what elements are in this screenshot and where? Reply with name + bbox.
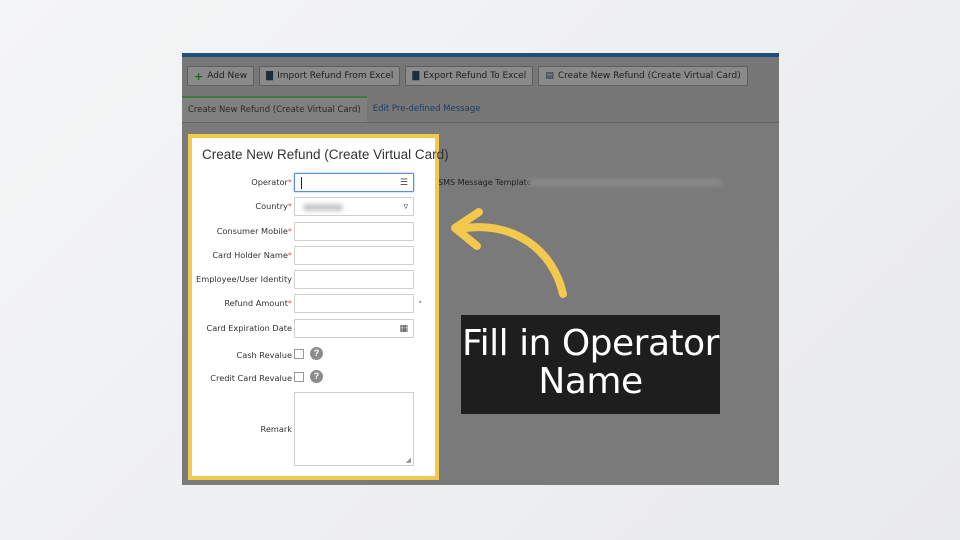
remark-label: Remark: [260, 424, 292, 434]
tab-create-new-refund[interactable]: Create New Refund (Create Virtual Card): [182, 96, 367, 122]
remark-row: Remark ◢: [192, 392, 435, 466]
export-refund-label: Export Refund To Excel: [423, 71, 527, 81]
add-new-button[interactable]: + Add New: [187, 66, 255, 86]
credit-revalue-checkbox[interactable]: [294, 372, 304, 382]
refund-amount-input[interactable]: [294, 294, 414, 313]
calendar-icon[interactable]: ▦: [399, 323, 408, 334]
create-new-refund-button[interactable]: ▤ Create New Refund (Create Virtual Card…: [538, 66, 748, 86]
country-row: Country* ▿: [192, 197, 435, 217]
refund-amount-row: Refund Amount* ▪: [192, 294, 435, 314]
import-refund-button[interactable]: ▇ Import Refund From Excel: [259, 66, 401, 86]
employee-identity-input[interactable]: [294, 270, 414, 289]
card-expiration-row: Card Expiration Date ▦: [192, 319, 435, 339]
help-icon[interactable]: ?: [310, 370, 323, 383]
card-holder-input[interactable]: [294, 246, 414, 265]
credit-revalue-row: Credit Card Revalue ?: [192, 369, 435, 389]
card-holder-row: Card Holder Name*: [192, 246, 435, 266]
pointer-arrow-icon: [451, 208, 567, 298]
card-expiration-input[interactable]: ▦: [294, 319, 414, 338]
refund-form: Create New Refund (Create Virtual Card) …: [188, 134, 449, 480]
card-icon: ▤: [545, 71, 554, 81]
plus-icon: +: [194, 69, 204, 83]
form-title: Create New Refund (Create Virtual Card): [202, 147, 449, 162]
tab-bar: Create New Refund (Create Virtual Card) …: [182, 95, 779, 123]
import-refund-label: Import Refund From Excel: [277, 71, 394, 81]
employee-identity-row: Employee/User Identity: [192, 270, 435, 290]
callout-line-1: Fill in Operator: [462, 323, 719, 364]
text-caret: [301, 177, 302, 189]
list-icon[interactable]: ☰: [400, 177, 408, 188]
refund-amount-label: Refund Amount*: [224, 298, 292, 308]
card-holder-label: Card Holder Name*: [212, 250, 292, 260]
export-refund-button[interactable]: ▇ Export Refund To Excel: [405, 66, 534, 86]
consumer-mobile-row: Consumer Mobile*: [192, 222, 435, 242]
sms-template-value: [527, 179, 722, 186]
tab-create-label: Create New Refund (Create Virtual Card): [188, 105, 361, 115]
card-expiration-label: Card Expiration Date: [206, 323, 293, 333]
sms-template-label: SMS Message Template: [438, 178, 532, 187]
operator-row: Operator* ☰: [192, 173, 435, 193]
country-select[interactable]: ▿: [294, 197, 414, 216]
employee-identity-label: Employee/User Identity: [196, 274, 292, 284]
country-value: [303, 204, 343, 211]
cash-revalue-row: Cash Revalue ?: [192, 346, 435, 366]
cash-revalue-label: Cash Revalue: [236, 350, 292, 360]
add-new-label: Add New: [207, 71, 248, 81]
create-new-refund-label: Create New Refund (Create Virtual Card): [557, 71, 741, 81]
callout-line-2: Name: [538, 361, 643, 402]
instruction-callout: Fill in Operator Name: [461, 315, 720, 414]
remark-textarea[interactable]: ◢: [294, 392, 414, 466]
resize-grip-icon[interactable]: ◢: [406, 456, 411, 464]
tab-edit-label: Edit Pre-defined Message: [372, 104, 481, 114]
operator-field[interactable]: ☰: [294, 173, 414, 192]
toolbar: + Add New ▇ Import Refund From Excel ▇ E…: [182, 57, 779, 95]
help-icon[interactable]: ?: [310, 347, 323, 360]
credit-revalue-label: Credit Card Revalue: [210, 373, 292, 383]
info-icon: ▪: [419, 299, 422, 306]
tab-edit-message[interactable]: Edit Pre-defined Message: [367, 96, 487, 122]
country-label: Country*: [255, 201, 292, 211]
consumer-mobile-input[interactable]: [294, 222, 414, 241]
excel-icon: ▇: [412, 71, 420, 81]
consumer-mobile-label: Consumer Mobile*: [216, 226, 292, 236]
excel-icon: ▇: [266, 71, 274, 81]
operator-label: Operator*: [251, 177, 292, 187]
chevron-down-icon[interactable]: ▿: [403, 201, 408, 212]
cash-revalue-checkbox[interactable]: [294, 349, 304, 359]
